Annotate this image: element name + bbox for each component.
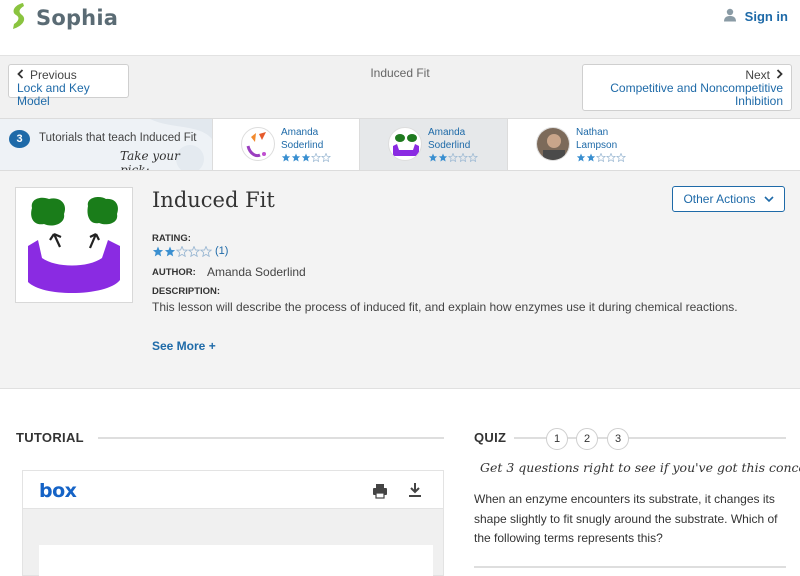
description-label: DESCRIPTION:	[152, 286, 221, 297]
document-viewer[interactable]: box	[22, 470, 444, 576]
star-icon	[596, 153, 606, 162]
author-first-name: Amanda	[428, 127, 466, 138]
print-icon[interactable]	[372, 483, 388, 504]
brand-name: Sophia	[36, 6, 119, 30]
quiz-heading: QUIZ	[474, 430, 507, 445]
lesson-title: Induced Fit	[152, 188, 275, 212]
author-first-name: Nathan	[576, 127, 609, 138]
document-page	[39, 545, 433, 576]
sophia-logo[interactable]: Sophia	[10, 2, 119, 35]
next-header: Next	[591, 68, 783, 82]
sign-in-label: Sign in	[744, 9, 788, 24]
lesson-rating[interactable]: (1)	[152, 245, 228, 257]
tutorial-thumbnail	[536, 127, 570, 161]
author-first-name: Amanda	[281, 127, 319, 138]
lesson-thumbnail	[15, 187, 133, 303]
author-last-name: Soderlind	[281, 140, 324, 151]
quiz-answer-divider	[474, 566, 786, 568]
quiz-question: When an enzyme encounters its substrate,…	[474, 492, 778, 545]
viewer-toolbar: box	[23, 471, 443, 509]
viewer-canvas[interactable]	[23, 509, 443, 576]
quiz-tagline: Get 3 questions right to see if you've g…	[480, 460, 800, 475]
previous-label: Previous	[30, 68, 77, 82]
chevron-right-icon	[776, 68, 783, 82]
star-icon	[200, 245, 212, 257]
star-icon	[188, 245, 200, 257]
tutorial-heading: TUTORIAL	[16, 430, 84, 445]
other-actions-label: Other Actions	[683, 192, 756, 206]
quiz-step-3[interactable]: 3	[607, 428, 629, 450]
tutorial-thumbnail	[388, 127, 422, 161]
star-icon	[576, 153, 586, 162]
star-icon	[448, 153, 458, 162]
rating-label: RATING:	[152, 233, 191, 244]
star-icon	[164, 246, 176, 256]
star-icon	[458, 153, 468, 162]
author-last-name: Lampson	[576, 140, 618, 151]
site-header: Sophia Sign in	[0, 0, 800, 56]
star-icon	[291, 153, 301, 162]
tutorial-author[interactable]: Amanda Soderlind	[428, 126, 498, 152]
star-icon	[586, 153, 596, 162]
lesson-info: Induced Fit Other Actions RATING: (1) AU…	[0, 171, 800, 389]
box-logo: box	[39, 480, 77, 502]
tutorial-card[interactable]: Amanda Soderlind	[212, 119, 359, 170]
star-icon	[468, 153, 478, 162]
download-icon[interactable]	[408, 482, 422, 503]
star-icon	[301, 153, 311, 162]
next-label: Next	[745, 68, 770, 82]
tutorial-divider	[98, 437, 444, 439]
tutorial-picker: 3 Tutorials that teach Induced Fit Take …	[0, 118, 800, 171]
star-icon	[176, 245, 188, 257]
next-lesson-link-line2[interactable]: Inhibition	[591, 95, 783, 108]
user-icon	[723, 8, 737, 25]
tutorial-count-badge: 3	[9, 130, 30, 148]
take-your-pick-label: Take your pick:	[120, 149, 180, 170]
chevron-left-icon	[17, 68, 24, 82]
tutorial-card-current[interactable]: Amanda Soderlind	[359, 119, 507, 170]
previous-header: Previous	[17, 68, 120, 82]
next-lesson-button[interactable]: Next Competitive and Noncompetitive Inhi…	[582, 64, 792, 111]
star-icon	[616, 153, 626, 162]
quiz-step-2[interactable]: 2	[576, 428, 598, 450]
lesson-rating-stars	[152, 245, 212, 257]
rating-count[interactable]: (1)	[215, 245, 228, 257]
tutorial-rating	[281, 153, 331, 162]
sophia-logo-icon	[10, 2, 30, 35]
sign-in-link[interactable]: Sign in	[723, 8, 788, 25]
tutorial-rating	[428, 153, 478, 162]
lesson-description: This lesson will describe the process of…	[152, 300, 738, 314]
star-icon	[281, 153, 291, 162]
author-last-name: Soderlind	[428, 140, 471, 151]
star-icon	[428, 153, 438, 162]
star-icon	[152, 246, 164, 256]
quiz-step-1[interactable]: 1	[546, 428, 568, 450]
see-more-link[interactable]: See More +	[152, 339, 216, 353]
tutorial-picker-intro: 3 Tutorials that teach Induced Fit Take …	[0, 119, 212, 170]
star-icon	[321, 153, 331, 162]
previous-lesson-button[interactable]: Previous Lock and Key Model	[8, 64, 129, 108]
author-label: AUTHOR:	[152, 267, 196, 278]
star-icon	[311, 153, 321, 162]
tutorial-author[interactable]: Nathan Lampson	[576, 126, 646, 152]
previous-lesson-link[interactable]: Lock and Key Model	[17, 82, 120, 108]
other-actions-button[interactable]: Other Actions	[672, 186, 785, 212]
chevron-down-icon	[763, 192, 774, 206]
tutorial-author[interactable]: Amanda Soderlind	[281, 126, 351, 152]
star-icon	[606, 153, 616, 162]
star-icon	[438, 153, 448, 162]
tutorial-card[interactable]: Nathan Lampson	[507, 119, 800, 170]
tutorial-rating	[576, 153, 626, 162]
tutorial-thumbnail	[241, 127, 275, 161]
lesson-navigation: Induced Fit Previous Lock and Key Model …	[0, 56, 800, 118]
tutorials-heading: Tutorials that teach Induced Fit	[39, 132, 197, 144]
lesson-author: Amanda Soderlind	[207, 265, 306, 279]
